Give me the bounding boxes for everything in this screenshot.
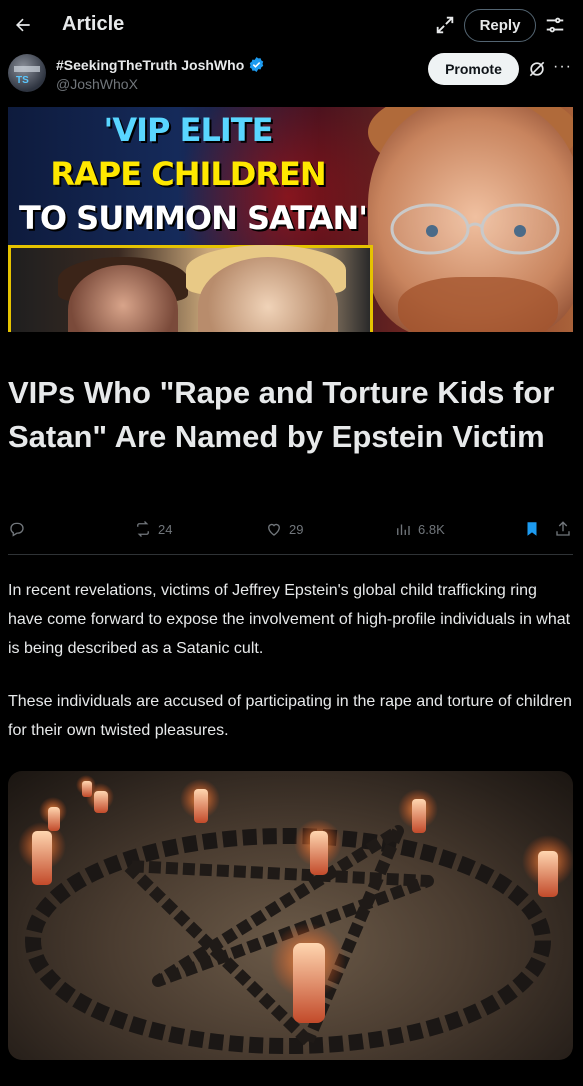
reply-icon xyxy=(10,522,24,537)
repost-action[interactable]: 24 xyxy=(134,520,172,538)
sliders-icon[interactable] xyxy=(544,14,566,36)
top-bar: Article Reply xyxy=(0,0,583,50)
expand-icon[interactable] xyxy=(434,14,456,36)
cover-text-line-3: TO SUMMON SATAN' xyxy=(18,199,368,237)
grok-icon[interactable] xyxy=(527,59,547,79)
cover-text-line-1: 'VIP ELITE xyxy=(103,111,274,149)
heart-icon xyxy=(268,523,280,536)
article-cover-image[interactable]: 'VIP ELITE RAPE CHILDREN TO SUMMON SATAN… xyxy=(8,107,573,332)
author-name-text: #SeekingTheTruth JoshWho xyxy=(56,56,245,73)
article-inline-image[interactable] xyxy=(8,771,573,1060)
candle-pentagram-illustration xyxy=(18,775,573,1054)
article-paragraph: In recent revelations, victims of Jeffre… xyxy=(8,582,571,657)
article-headline: VIPs Who "Rape and Torture Kids for Sata… xyxy=(8,375,555,454)
views-icon xyxy=(397,524,410,535)
reply-action[interactable] xyxy=(8,520,26,538)
engagement-bar: 24 29 6.8K xyxy=(8,516,576,546)
share-action[interactable] xyxy=(554,520,572,538)
article-paragraph: These individuals are accused of partici… xyxy=(8,693,572,739)
avatar[interactable]: TS xyxy=(8,54,46,92)
bookmark-icon xyxy=(527,522,537,536)
author-handle[interactable]: @JoshWhoX xyxy=(56,76,138,92)
repost-icon xyxy=(137,521,149,537)
divider xyxy=(8,554,573,555)
like-action[interactable]: 29 xyxy=(265,520,303,538)
page-title: Article xyxy=(62,13,125,35)
author-name[interactable]: #SeekingTheTruth JoshWho xyxy=(56,56,265,73)
more-icon[interactable]: ··· xyxy=(553,58,572,76)
views-action[interactable]: 6.8K xyxy=(394,520,445,538)
bookmark-action[interactable] xyxy=(523,520,541,538)
verified-badge-icon xyxy=(250,57,264,72)
views-count: 6.8K xyxy=(418,521,445,537)
avatar-banner xyxy=(14,66,40,72)
repost-count: 24 xyxy=(158,521,173,537)
share-icon xyxy=(556,521,570,536)
promote-button[interactable]: Promote xyxy=(428,53,519,85)
cover-glasses xyxy=(390,203,560,255)
avatar-logo-text: TS xyxy=(16,75,29,86)
cover-portrait-beard xyxy=(398,277,558,332)
cover-text-line-2: RAPE CHILDREN xyxy=(50,155,326,193)
reply-button[interactable]: Reply xyxy=(464,9,536,42)
like-count: 29 xyxy=(289,521,304,537)
arrow-left-icon[interactable] xyxy=(6,8,40,42)
